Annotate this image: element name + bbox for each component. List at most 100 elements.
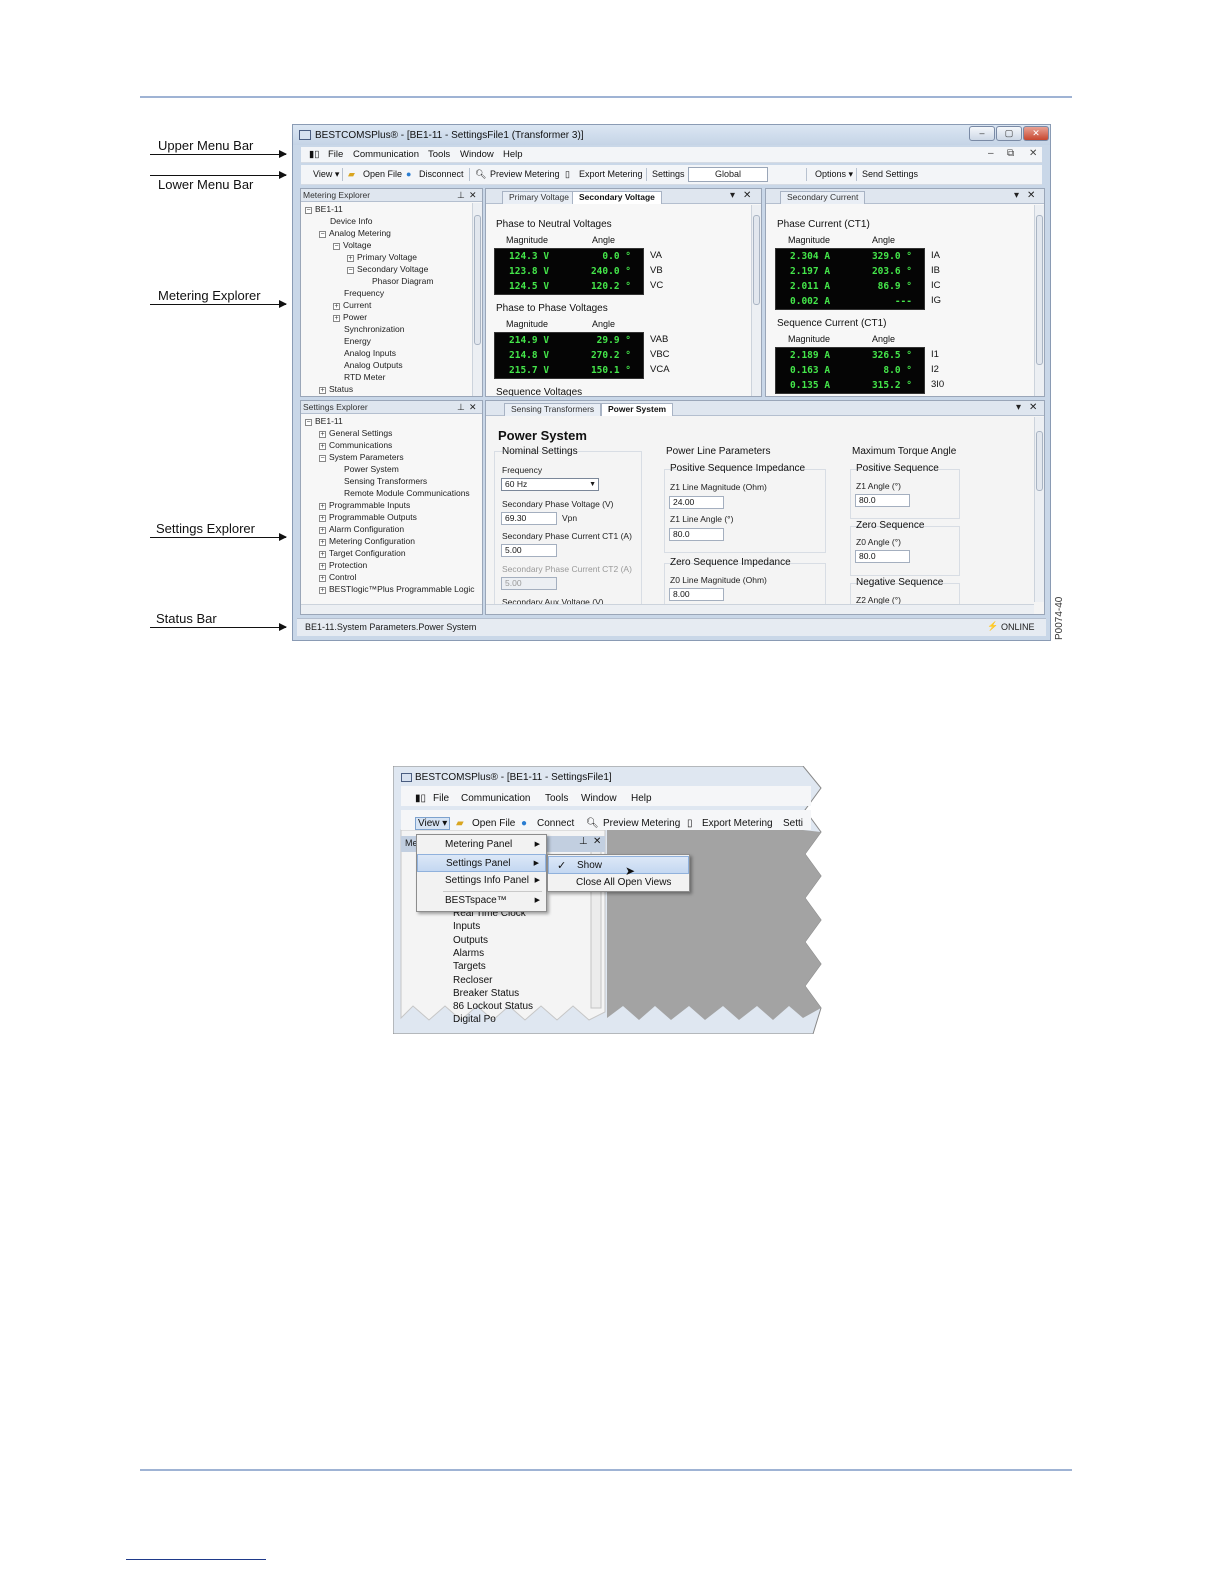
tab-secondary-voltage[interactable]: Secondary Voltage (572, 191, 662, 204)
f2-tree-node[interactable]: Breaker Status (453, 988, 519, 999)
f2-pin-icon[interactable]: ⊥ (579, 836, 588, 847)
tree-node[interactable]: + Communications (319, 439, 392, 451)
expand-icon[interactable]: + (333, 315, 340, 322)
tree-node[interactable]: Frequency (333, 287, 384, 299)
dropdown-icon[interactable]: ▾ (730, 190, 735, 201)
collapse-icon[interactable]: − (347, 267, 354, 274)
export-metering-button[interactable]: Export Metering (579, 169, 643, 179)
tree-node[interactable]: + Protection (319, 559, 367, 571)
tree-node[interactable]: − BE1-11 (305, 203, 343, 215)
f2-view-button[interactable]: View ▾ (415, 817, 451, 830)
sec-phase-current-ct2-input[interactable]: 5.00 (501, 577, 557, 590)
close-icon[interactable]: ✕ (1027, 190, 1035, 201)
expand-icon[interactable]: + (319, 527, 326, 534)
view-menu-settings-panel[interactable]: Settings Panel ▶ (417, 854, 546, 872)
expand-icon[interactable]: + (333, 303, 340, 310)
sec-phase-current-ct1-input[interactable]: 5.00 (501, 544, 557, 557)
menu-file[interactable]: File (328, 149, 343, 160)
expand-icon[interactable]: + (347, 255, 354, 262)
tree-node[interactable]: + Primary Voltage (347, 251, 417, 263)
menu-tools[interactable]: Tools (428, 149, 450, 160)
tree-node[interactable]: + Programmable Outputs (319, 511, 417, 523)
scroll-thumb[interactable] (1036, 215, 1043, 365)
collapse-icon[interactable]: − (333, 243, 340, 250)
tree-node[interactable]: + Metering Configuration (319, 535, 415, 547)
f2-menu-communication[interactable]: Communication (461, 793, 530, 804)
z1-angle-input[interactable]: 80.0 (669, 528, 724, 541)
tree-node[interactable]: + BESTlogic™Plus Programmable Logic (319, 583, 475, 595)
expand-icon[interactable]: + (319, 387, 326, 394)
vertical-scrollbar[interactable] (1034, 205, 1044, 396)
collapse-icon[interactable]: − (305, 419, 312, 426)
f2-connect-button[interactable]: Connect (537, 818, 574, 829)
f2-tree-node[interactable]: Digital Po (453, 1014, 496, 1025)
view-button[interactable]: View ▾ (313, 169, 339, 180)
sec-phase-voltage-input[interactable]: 69.30 (501, 512, 557, 525)
tree-node[interactable]: Device Info (319, 215, 373, 227)
f2-settings-partial[interactable]: Setti (783, 818, 803, 829)
collapse-icon[interactable]: − (319, 455, 326, 462)
collapse-icon[interactable]: − (319, 231, 326, 238)
close-icon[interactable]: ✕ (469, 401, 477, 413)
vertical-scrollbar[interactable] (751, 205, 761, 396)
menu-help[interactable]: Help (503, 149, 523, 160)
menu-communication[interactable]: Communication (353, 149, 419, 160)
tree-node[interactable]: − Analog Metering (319, 227, 391, 239)
tree-node[interactable]: Sensing Transformers (333, 475, 427, 487)
tab-primary-voltage[interactable]: Primary Voltage (502, 191, 576, 204)
submenu-close-all[interactable]: Close All Open Views (548, 874, 689, 892)
tree-node[interactable]: Analog Outputs (333, 359, 403, 371)
expand-icon[interactable]: + (319, 443, 326, 450)
horizontal-scrollbar[interactable] (301, 604, 482, 614)
tree-node[interactable]: − Voltage (333, 239, 371, 251)
close-icon[interactable]: ✕ (743, 190, 751, 201)
tree-node[interactable]: + Programmable Inputs (319, 499, 410, 511)
tree-node[interactable]: Phasor Diagram (361, 275, 433, 287)
f2-tree-node[interactable]: Inputs (453, 921, 480, 932)
expand-icon[interactable]: + (319, 503, 326, 510)
tree-node[interactable]: Synchronization (333, 323, 404, 335)
expand-icon[interactable]: + (319, 563, 326, 570)
tree-node[interactable]: − Secondary Voltage (347, 263, 428, 275)
close-icon[interactable]: ✕ (1029, 402, 1037, 413)
view-menu-metering-panel[interactable]: Metering Panel ▶ (417, 836, 546, 854)
mta-z0-angle-input[interactable]: 80.0 (855, 550, 910, 563)
mta-z1-angle-input[interactable]: 80.0 (855, 494, 910, 507)
tree-node[interactable]: + Control (319, 571, 356, 583)
tree-node[interactable]: + General Settings (319, 427, 392, 439)
f2-tree-node[interactable]: Alarms (453, 948, 484, 959)
settings-group-field[interactable]: Global (688, 167, 768, 182)
options-button[interactable]: Options ▾ (815, 169, 853, 180)
close-button[interactable]: ✕ (1023, 126, 1049, 141)
tree-node[interactable]: Energy (333, 335, 371, 347)
tree-node[interactable]: + Target Configuration (319, 547, 406, 559)
tree-node[interactable]: + Power (333, 311, 367, 323)
z1-mag-input[interactable]: 24.00 (669, 496, 724, 509)
send-settings-button[interactable]: Send Settings (862, 169, 918, 179)
f2-export-metering-button[interactable]: Export Metering (702, 818, 773, 829)
tree-node[interactable]: + Status (319, 383, 353, 395)
open-file-button[interactable]: Open File (363, 169, 402, 179)
menu-window[interactable]: Window (460, 149, 494, 160)
vertical-scrollbar[interactable] (1034, 417, 1044, 602)
doc-close-icon[interactable]: ✕ (1029, 148, 1037, 159)
f2-menu-tools[interactable]: Tools (545, 793, 568, 804)
expand-icon[interactable]: + (319, 539, 326, 546)
f2-preview-metering-button[interactable]: Preview Metering (603, 818, 680, 829)
close-icon[interactable]: ✕ (469, 189, 477, 201)
tree-node[interactable]: Analog Inputs (333, 347, 396, 359)
tab-power-system[interactable]: Power System (601, 403, 674, 416)
f2-menu-file[interactable]: File (433, 793, 449, 804)
f2-tree-node[interactable]: 86 Lockout Status (453, 1001, 533, 1012)
preview-metering-button[interactable]: Preview Metering (490, 169, 560, 179)
f2-menu-help[interactable]: Help (631, 793, 652, 804)
collapse-icon[interactable]: − (305, 207, 312, 214)
f2-tree-node[interactable]: Outputs (453, 935, 488, 946)
frequency-select[interactable]: 60 Hz (501, 478, 599, 491)
tree-node[interactable]: + Alarm Configuration (319, 523, 404, 535)
horizontal-scrollbar[interactable] (486, 604, 1034, 614)
scroll-thumb[interactable] (1036, 431, 1043, 491)
tree-node[interactable]: + Current (333, 299, 371, 311)
expand-icon[interactable]: + (319, 551, 326, 558)
pin-icon[interactable]: ⊥ (457, 189, 465, 201)
